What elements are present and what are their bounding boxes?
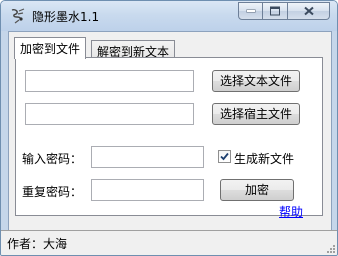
password-label: 输入密码： [22, 152, 83, 166]
select-host-file-button[interactable]: 选择宿主文件 [212, 103, 300, 125]
generate-new-file-label[interactable]: 生成新文件 [234, 150, 294, 167]
select-text-file-button[interactable]: 选择文本文件 [212, 70, 300, 92]
confirm-password-input[interactable] [91, 179, 204, 201]
close-icon [303, 6, 314, 16]
generate-new-file-checkbox[interactable] [218, 150, 231, 163]
title-bar[interactable]: 隐形墨水1.1 [1, 1, 337, 31]
caption-buttons [238, 2, 330, 21]
tab-encrypt-to-file[interactable]: 加密到文件 [14, 37, 87, 59]
confirm-password-label: 重复密码： [22, 185, 83, 199]
status-bar: 作者：大海 [1, 230, 337, 255]
tab-panel-encrypt: 选择文本文件 选择宿主文件 输入密码： 生成新文件 重复密码： 加密 帮助 [15, 57, 323, 219]
host-file-path-input[interactable] [25, 103, 194, 125]
close-button[interactable] [288, 2, 330, 20]
minimize-icon [246, 9, 255, 13]
app-window: 隐形墨水1.1 加密到文件 解密到新文本 选择文本文件 选择宿主文件 输入密码： [0, 0, 338, 256]
author-status-text: 作者：大海 [7, 237, 68, 251]
window-title: 隐形墨水1.1 [32, 10, 100, 24]
text-file-path-input[interactable] [25, 70, 194, 92]
encrypt-button[interactable]: 加密 [220, 179, 294, 201]
password-input[interactable] [91, 146, 204, 168]
ink-brush-icon [11, 8, 25, 24]
checkmark-icon [220, 152, 229, 161]
maximize-button[interactable] [263, 2, 288, 20]
maximize-icon [270, 6, 280, 16]
resize-grip-icon[interactable] [325, 243, 335, 253]
minimize-button[interactable] [238, 2, 263, 20]
help-link[interactable]: 帮助 [279, 203, 303, 220]
client-area: 加密到文件 解密到新文本 选择文本文件 选择宿主文件 输入密码： 生成新文件 重… [8, 31, 332, 231]
